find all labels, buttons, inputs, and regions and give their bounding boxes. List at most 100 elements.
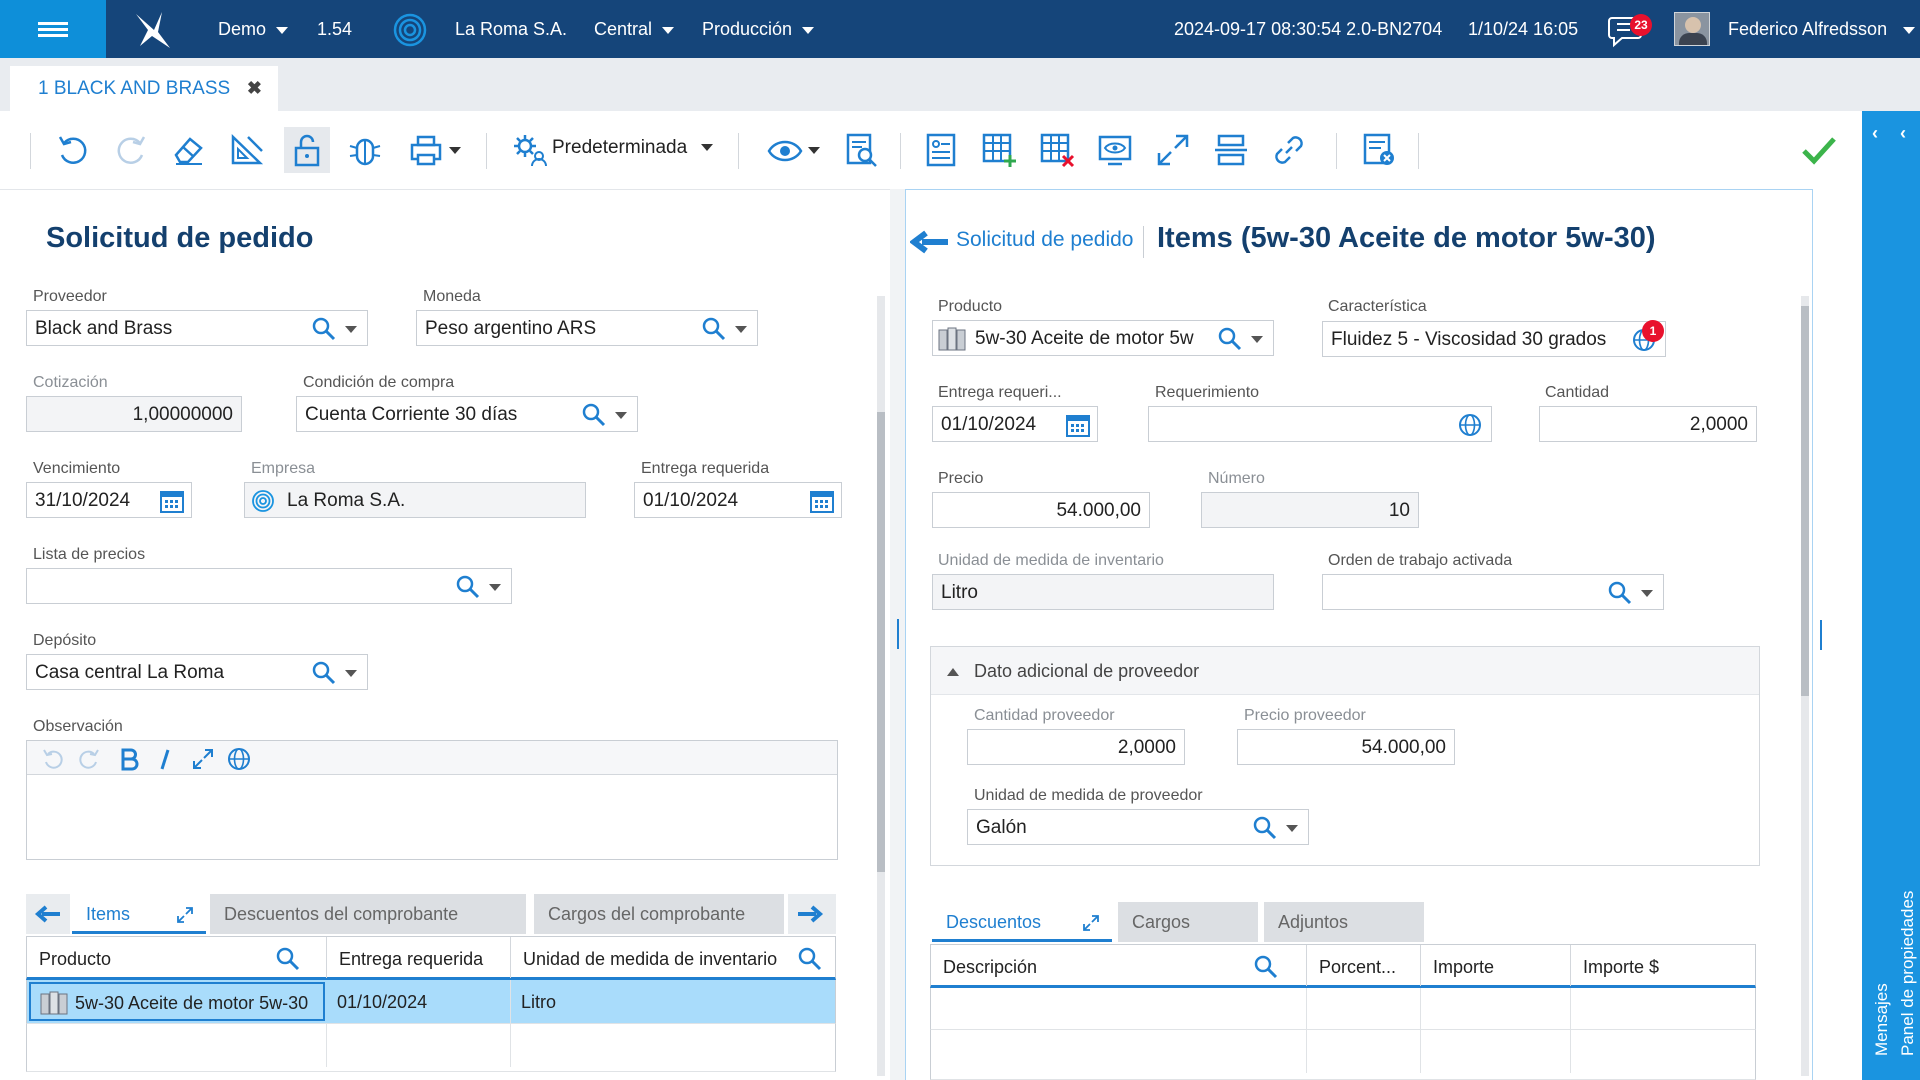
- confirm-button[interactable]: [1798, 129, 1840, 171]
- italic-icon[interactable]: [153, 747, 177, 771]
- calendar-icon[interactable]: [809, 488, 835, 514]
- column-header-descripcion[interactable]: Descripción: [931, 945, 1307, 986]
- scrollbar-thumb[interactable]: [1801, 306, 1809, 696]
- search-icon[interactable]: [275, 946, 301, 972]
- tab-next-arrow[interactable]: [788, 894, 836, 934]
- vencimiento-field[interactable]: 31/10/2024: [26, 482, 192, 518]
- precio-proveedor-field[interactable]: 54.000,00: [1237, 729, 1455, 765]
- eraser-button[interactable]: [168, 129, 210, 171]
- chevron-down-icon[interactable]: [1641, 590, 1653, 597]
- tab-prev-arrow[interactable]: [26, 894, 70, 934]
- messages-rail-tab[interactable]: Mensajes: [1872, 983, 1892, 1056]
- left-panel-scrollbar[interactable]: [877, 296, 885, 1076]
- search-icon[interactable]: [1253, 954, 1279, 980]
- measure-button[interactable]: [226, 129, 268, 171]
- hamburger-menu-button[interactable]: [0, 0, 106, 58]
- table-cell-unidad[interactable]: Litro: [511, 980, 835, 1023]
- branch-selector[interactable]: Central: [594, 19, 675, 40]
- observacion-text[interactable]: [27, 775, 837, 859]
- chevron-down-icon[interactable]: [345, 670, 357, 677]
- column-header-entrega[interactable]: Entrega requerida: [327, 937, 511, 978]
- search-document-button[interactable]: [840, 129, 882, 171]
- undo-icon[interactable]: [41, 747, 65, 771]
- unlock-button[interactable]: [284, 127, 330, 173]
- condicion-field[interactable]: Cuenta Corriente 30 días: [296, 396, 638, 432]
- proveedor-section-header[interactable]: Dato adicional de proveedor: [931, 647, 1759, 695]
- avatar[interactable]: [1674, 12, 1710, 46]
- chevron-down-icon[interactable]: [735, 326, 747, 333]
- collapse-right-icon[interactable]: ‹: [1900, 123, 1906, 144]
- print-button[interactable]: [402, 129, 466, 171]
- messages-button[interactable]: 23: [1608, 10, 1654, 50]
- tab-cargos[interactable]: Cargos: [1118, 902, 1258, 942]
- search-icon[interactable]: [455, 574, 481, 600]
- chevron-down-icon[interactable]: [1286, 825, 1298, 832]
- table-row[interactable]: 5w-30 Aceite de motor 5w-30 01/10/2024 L…: [26, 980, 836, 1024]
- user-menu[interactable]: Federico Alfredsson: [1728, 19, 1916, 40]
- calendar-icon[interactable]: [159, 488, 185, 514]
- caracteristica-field[interactable]: Fluidez 5 - Viscosidad 30 grados: [1322, 321, 1666, 357]
- debug-button[interactable]: [344, 129, 386, 171]
- right-panel-scrollbar[interactable]: [1801, 296, 1809, 1076]
- orden-trabajo-field[interactable]: [1322, 574, 1664, 610]
- chevron-down-icon[interactable]: [615, 412, 627, 419]
- unidad-proveedor-field[interactable]: Galón: [967, 809, 1309, 845]
- view-settings-button[interactable]: [508, 129, 550, 171]
- search-icon[interactable]: [581, 402, 607, 428]
- expand-button[interactable]: [1152, 129, 1194, 171]
- search-icon[interactable]: [701, 316, 727, 342]
- moneda-field[interactable]: Peso argentino ARS: [416, 310, 758, 346]
- observacion-editor[interactable]: [26, 740, 838, 860]
- tab-items[interactable]: Items: [72, 894, 206, 934]
- document-tab[interactable]: 1 BLACK AND BRASS ✖: [10, 66, 278, 111]
- tab-cargos-comprobante[interactable]: Cargos del comprobante: [534, 894, 784, 934]
- precio-field[interactable]: 54.000,00: [932, 492, 1150, 528]
- chevron-down-icon[interactable]: [489, 584, 501, 591]
- expand-icon[interactable]: [191, 747, 215, 771]
- expand-icon[interactable]: [1082, 914, 1100, 932]
- redo-button[interactable]: [110, 129, 152, 171]
- collapse-left-icon[interactable]: ‹: [1872, 123, 1878, 144]
- detail-view-button[interactable]: [920, 129, 962, 171]
- visibility-button[interactable]: [760, 129, 826, 171]
- chevron-down-icon[interactable]: [345, 326, 357, 333]
- close-tab-icon[interactable]: ✖: [247, 78, 262, 99]
- globe-icon[interactable]: [227, 747, 251, 771]
- column-header-unidad[interactable]: Unidad de medida de inventario: [511, 937, 835, 978]
- producto-field[interactable]: 5w-30 Aceite de motor 5w: [932, 320, 1274, 356]
- requerimiento-field[interactable]: [1148, 406, 1492, 442]
- deposito-field[interactable]: Casa central La Roma: [26, 654, 368, 690]
- table-cell-producto[interactable]: 5w-30 Aceite de motor 5w-30: [29, 982, 325, 1021]
- preview-button[interactable]: [1094, 129, 1136, 171]
- scrollbar-thumb[interactable]: [877, 412, 885, 872]
- search-icon[interactable]: [1217, 326, 1243, 352]
- calendar-icon[interactable]: [1065, 412, 1091, 438]
- cantidad-field[interactable]: 2,0000: [1539, 406, 1757, 442]
- search-icon[interactable]: [311, 316, 337, 342]
- search-icon[interactable]: [311, 660, 337, 686]
- search-icon[interactable]: [1252, 815, 1278, 841]
- link-button[interactable]: [1268, 129, 1310, 171]
- properties-rail-tab[interactable]: Panel de propiedades: [1898, 891, 1918, 1056]
- panel-resize-handle[interactable]: [1820, 620, 1822, 650]
- globe-icon[interactable]: [1457, 412, 1483, 438]
- column-header-porcentaje[interactable]: Porcent...: [1307, 945, 1421, 986]
- split-button[interactable]: [1210, 129, 1252, 171]
- cantidad-proveedor-field[interactable]: 2,0000: [967, 729, 1185, 765]
- column-header-importe-pesos[interactable]: Importe $: [1571, 945, 1755, 986]
- entrega-field[interactable]: 01/10/2024: [634, 482, 842, 518]
- tab-adjuntos[interactable]: Adjuntos: [1264, 902, 1424, 942]
- proveedor-field[interactable]: Black and Brass: [26, 310, 368, 346]
- environment-selector[interactable]: Demo: [218, 19, 289, 40]
- column-header-producto[interactable]: Producto: [27, 937, 327, 978]
- lista-precios-field[interactable]: [26, 568, 512, 604]
- search-icon[interactable]: [797, 946, 823, 972]
- redo-icon[interactable]: [77, 747, 101, 771]
- table-cell-entrega[interactable]: 01/10/2024: [327, 980, 511, 1023]
- tab-descuentos[interactable]: Descuentos: [932, 902, 1112, 942]
- chevron-down-icon[interactable]: [1251, 336, 1263, 343]
- breadcrumb-link[interactable]: Solicitud de pedido: [956, 228, 1133, 252]
- expand-icon[interactable]: [176, 906, 194, 924]
- panel-splitter[interactable]: [890, 189, 905, 1080]
- mode-selector[interactable]: Producción: [702, 19, 815, 40]
